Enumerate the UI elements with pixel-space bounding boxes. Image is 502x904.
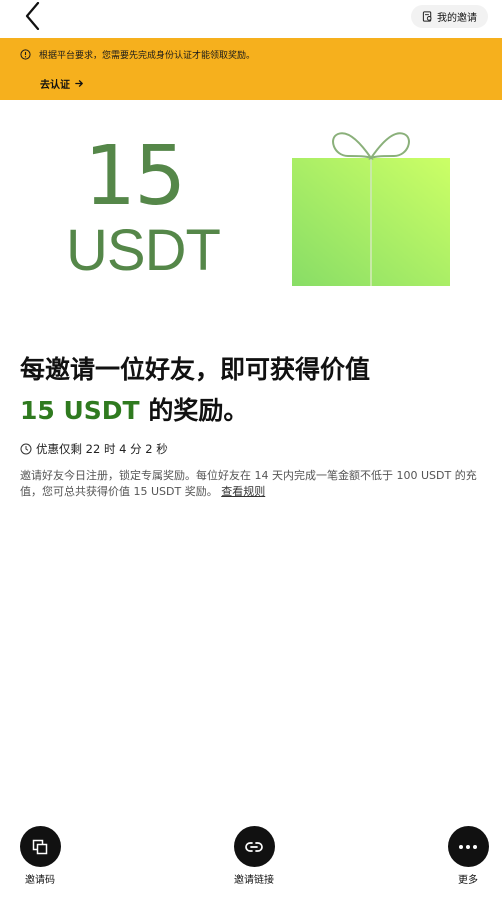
verify-link-label: 去认证: [40, 80, 70, 91]
verify-link[interactable]: 去认证: [40, 76, 84, 91]
arrow-right-icon: [75, 80, 83, 87]
reward-amount: 15: [84, 129, 186, 224]
countdown: 优惠仅剩 22 时 4 分 2 秒: [20, 441, 168, 457]
info-icon: [20, 49, 31, 60]
reward-hero: 15 USDT: [0, 100, 502, 340]
more-icon: [459, 844, 477, 849]
invite-link-button[interactable]: 邀请链接: [224, 826, 284, 886]
headline-line2: 15 USDT 的奖励。: [20, 390, 480, 431]
link-icon: [245, 841, 263, 852]
chevron-left-icon: [25, 1, 40, 31]
my-invites-label: 我的邀请: [437, 13, 477, 24]
invite-code-circle: [19, 826, 61, 867]
view-rules-link[interactable]: 查看规则: [221, 485, 265, 498]
headline: 每邀请一位好友，即可获得价值 15 USDT 的奖励。: [20, 349, 480, 431]
clock-icon: [20, 443, 32, 455]
invite-code-label: 邀请码: [25, 875, 55, 886]
more-button[interactable]: 更多: [438, 826, 498, 886]
more-circle: [447, 826, 489, 867]
headline-line1: 每邀请一位好友，即可获得价值: [20, 355, 371, 384]
headline-amount: 15 USDT: [20, 396, 140, 425]
gift-icon: [292, 132, 450, 286]
invite-code-button[interactable]: 邀请码: [10, 826, 70, 886]
verification-banner: 根据平台要求，您需要先完成身份认证才能领取奖励。 去认证: [0, 38, 502, 100]
countdown-text: 优惠仅剩 22 时 4 分 2 秒: [36, 442, 168, 456]
banner-message: 根据平台要求，您需要先完成身份认证才能领取奖励。: [39, 51, 256, 61]
top-bar: 我的邀请: [0, 0, 502, 38]
invite-link-circle: [233, 826, 275, 867]
reward-unit: USDT: [66, 218, 221, 283]
document-icon: [422, 11, 432, 22]
my-invites-button[interactable]: 我的邀请: [411, 5, 488, 28]
more-label: 更多: [458, 875, 478, 886]
copy-icon: [32, 839, 48, 854]
back-button[interactable]: [22, 1, 46, 31]
headline-suffix: 的奖励。: [148, 396, 249, 425]
invite-link-label: 邀请链接: [234, 875, 274, 886]
description: 邀请好友今日注册，锁定专属奖励。每位好友在 14 天内完成一笔金额不低于 100…: [20, 468, 486, 500]
